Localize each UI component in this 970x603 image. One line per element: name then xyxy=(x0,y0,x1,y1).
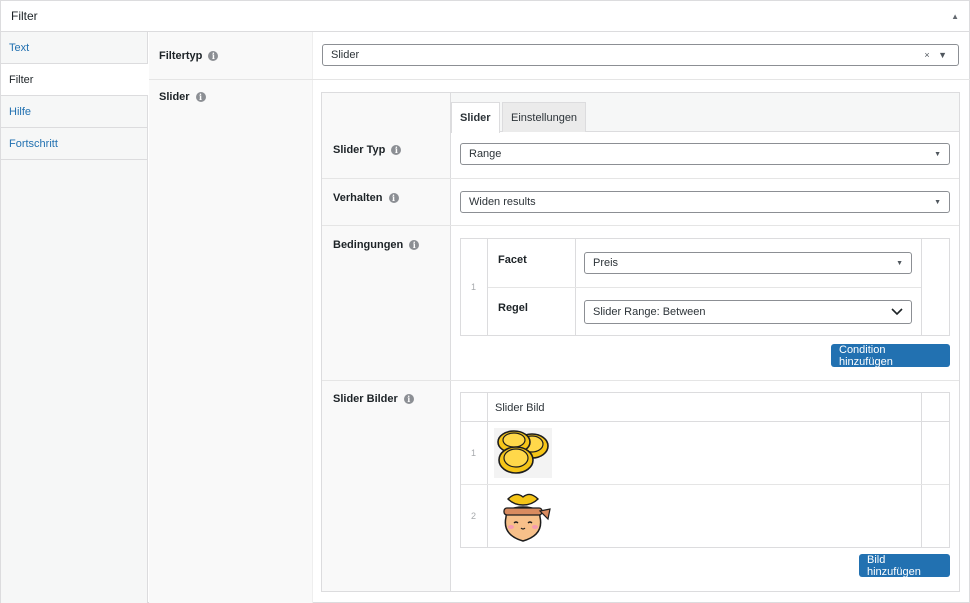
divider xyxy=(921,239,922,335)
panel-title: Filter xyxy=(11,9,38,23)
tab-filter-label: Filter xyxy=(9,73,34,86)
verhalten-value: Widen results xyxy=(469,196,536,208)
conditions-table: 1 Facet Regel Preis ▼ Slider Range: Betw… xyxy=(460,238,950,336)
chevron-down-icon: ▼ xyxy=(896,259,903,267)
filtertyp-label-text: Filtertyp xyxy=(159,49,203,62)
add-image-button-label: Bild hinzufügen xyxy=(867,553,921,578)
tab-einstellungen-label: Einstellungen xyxy=(511,111,578,124)
divider xyxy=(921,393,922,547)
chevron-down-icon: ▼ xyxy=(934,150,941,158)
tab-text[interactable]: Text xyxy=(1,32,147,64)
coins-image[interactable] xyxy=(494,428,552,478)
slider-bilder-label: Slider Bilder i xyxy=(333,393,414,405)
inner-tab-strip: Slider Einstellungen xyxy=(451,93,959,133)
tab-fortschritt[interactable]: Fortschritt xyxy=(1,128,147,160)
bedingungen-label: Bedingungen i xyxy=(333,239,420,251)
column-header: Slider Bild xyxy=(495,402,545,414)
tab-hilfe-label: Hilfe xyxy=(9,105,32,118)
clear-chevron-icon[interactable]: × ▼ xyxy=(924,50,950,60)
field-labels-column: Filtertyp i Slider i xyxy=(149,32,313,603)
verhalten-label: Verhalten i xyxy=(333,192,399,204)
slider-label-text: Slider xyxy=(159,91,190,103)
tab-slider[interactable]: Slider xyxy=(451,102,500,133)
facet-select[interactable]: Preis ▼ xyxy=(584,252,912,274)
facet-label: Facet xyxy=(498,254,527,266)
info-icon[interactable]: i xyxy=(403,394,414,404)
divider xyxy=(487,393,488,547)
row-number: 2 xyxy=(471,511,477,521)
left-tab-list: Text Filter Hilfe Fortschritt xyxy=(1,32,148,603)
tab-slider-label: Slider xyxy=(460,112,491,124)
divider xyxy=(322,178,959,179)
slider-typ-select[interactable]: Range ▼ xyxy=(460,143,950,165)
info-icon[interactable]: i xyxy=(388,193,399,203)
regel-label: Regel xyxy=(498,302,528,314)
divider xyxy=(322,380,959,381)
divider xyxy=(322,225,959,226)
bedingungen-label-text: Bedingungen xyxy=(333,239,404,251)
divider xyxy=(149,79,970,80)
add-image-button[interactable]: Bild hinzufügen xyxy=(859,553,950,578)
filtertyp-select[interactable]: Slider × ▼ xyxy=(322,44,959,66)
tab-text-label: Text xyxy=(9,41,30,54)
tab-hilfe[interactable]: Hilfe xyxy=(1,96,147,128)
info-icon[interactable]: i xyxy=(208,50,219,61)
slider-label: Slider i xyxy=(149,79,312,115)
slider-typ-label: Slider Typ i xyxy=(333,144,402,156)
slider-settings-box: Slider Einstellungen Slider Typ i Range … xyxy=(321,92,960,592)
filtertyp-value: Slider xyxy=(331,49,360,61)
row-number: 1 xyxy=(471,282,477,292)
add-condition-button[interactable]: Condition hinzufügen xyxy=(831,343,950,368)
info-icon[interactable]: i xyxy=(195,92,206,102)
slider-typ-value: Range xyxy=(469,148,502,160)
inner-labels-column xyxy=(322,93,451,591)
chevron-down-icon xyxy=(891,308,903,316)
divider xyxy=(461,421,949,422)
info-icon[interactable]: i xyxy=(391,145,402,155)
slider-typ-label-text: Slider Typ xyxy=(333,144,386,156)
tab-filter[interactable]: Filter xyxy=(1,64,148,96)
panel-header[interactable]: Filter ▲ xyxy=(1,1,969,32)
verhalten-label-text: Verhalten xyxy=(333,192,383,204)
filtertyp-label: Filtertyp i xyxy=(149,32,312,79)
slider-images-table: Slider Bild 1 2 xyxy=(460,392,950,548)
tab-fortschritt-label: Fortschritt xyxy=(9,137,58,150)
verhalten-select[interactable]: Widen results ▼ xyxy=(460,191,950,213)
divider xyxy=(488,287,921,288)
facet-value: Preis xyxy=(593,257,619,269)
regel-value: Slider Range: Between xyxy=(593,306,706,318)
add-condition-button-label: Condition hinzufügen xyxy=(839,343,893,368)
money-bag-image[interactable] xyxy=(494,491,552,543)
chevron-down-icon: ▼ xyxy=(934,198,941,206)
tab-einstellungen[interactable]: Einstellungen xyxy=(502,102,587,132)
info-icon[interactable]: i xyxy=(409,240,420,250)
filter-panel: Filter ▲ Text Filter Hilfe Fortschritt F… xyxy=(0,0,970,603)
row-number: 1 xyxy=(471,448,477,458)
slider-bilder-label-text: Slider Bilder xyxy=(333,393,398,405)
collapse-icon[interactable]: ▲ xyxy=(951,12,959,21)
regel-select[interactable]: Slider Range: Between xyxy=(584,300,912,324)
divider xyxy=(461,484,949,485)
